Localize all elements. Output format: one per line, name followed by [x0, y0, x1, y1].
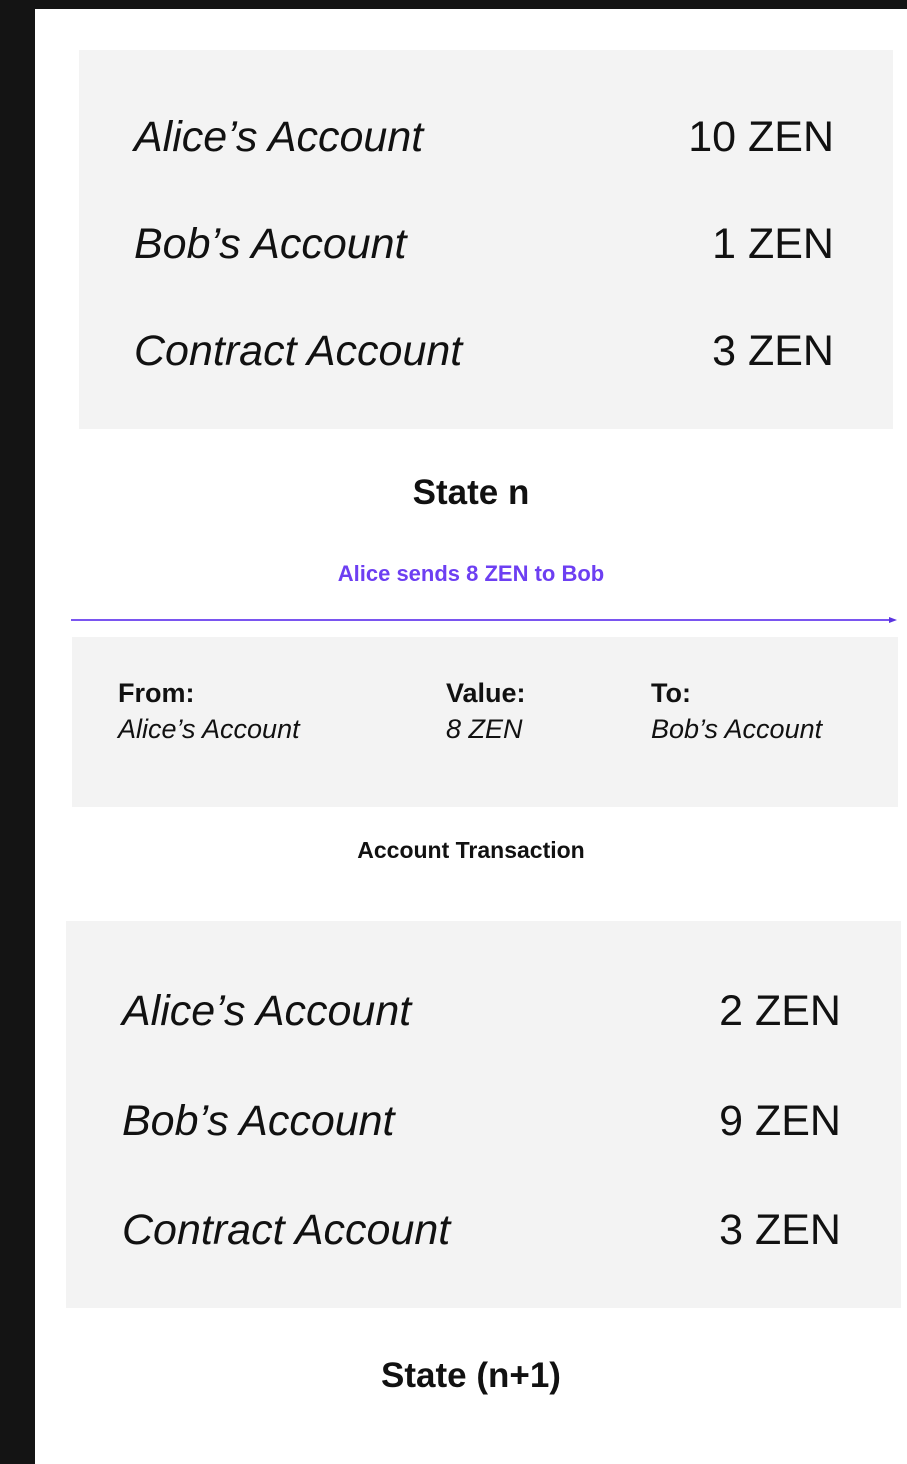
transaction-action-label: Alice sends 8 ZEN to Bob	[337, 561, 605, 586]
tx-value-value: 8 ZEN	[446, 714, 523, 744]
diagram-canvas: Alice’s Account 10 ZEN Bob’s Account 1 Z…	[35, 9, 907, 1464]
state-n1-caption: State (n+1)	[381, 1356, 561, 1395]
transaction-box: From: Alice’s Account Value: 8 ZEN To: B…	[72, 637, 898, 807]
state-n-row-bob: Bob’s Account 1 ZEN	[79, 214, 893, 274]
state-n-row-alice: Alice’s Account 10 ZEN	[79, 107, 893, 167]
account-balance: 3 ZEN	[712, 327, 834, 375]
tx-value-label: Value:	[446, 678, 526, 708]
state-n1-row-bob: Bob’s Account 9 ZEN	[66, 1091, 901, 1151]
tx-from-field: From: Alice’s Account	[118, 675, 300, 747]
tx-to-label: To:	[651, 678, 691, 708]
tx-value-field: Value: 8 ZEN	[446, 675, 526, 747]
account-name: Alice’s Account	[122, 987, 412, 1035]
account-name: Bob’s Account	[134, 220, 407, 268]
tx-from-label: From:	[118, 678, 195, 708]
account-name: Contract Account	[134, 327, 463, 375]
account-balance: 1 ZEN	[712, 220, 834, 268]
account-balance: 10 ZEN	[688, 113, 834, 161]
state-n1-row-contract: Contract Account 3 ZEN	[66, 1200, 901, 1260]
state-n-box: Alice’s Account 10 ZEN Bob’s Account 1 Z…	[79, 50, 893, 429]
account-balance: 2 ZEN	[719, 987, 841, 1035]
state-n1-row-alice: Alice’s Account 2 ZEN	[66, 981, 901, 1041]
tx-from-value: Alice’s Account	[118, 714, 300, 744]
account-name: Contract Account	[122, 1206, 451, 1254]
transition-arrow	[71, 617, 897, 623]
tx-to-value: Bob’s Account	[651, 714, 823, 744]
tx-to-field: To: Bob’s Account	[651, 675, 822, 747]
account-balance: 3 ZEN	[719, 1206, 841, 1254]
state-n-caption: State n	[412, 473, 530, 512]
transaction-caption: Account Transaction	[357, 837, 585, 863]
account-name: Alice’s Account	[134, 113, 424, 161]
account-balance: 9 ZEN	[719, 1097, 841, 1145]
state-n1-box: Alice’s Account 2 ZEN Bob’s Account 9 ZE…	[66, 921, 901, 1308]
account-name: Bob’s Account	[122, 1097, 395, 1145]
state-n-row-contract: Contract Account 3 ZEN	[79, 321, 893, 381]
